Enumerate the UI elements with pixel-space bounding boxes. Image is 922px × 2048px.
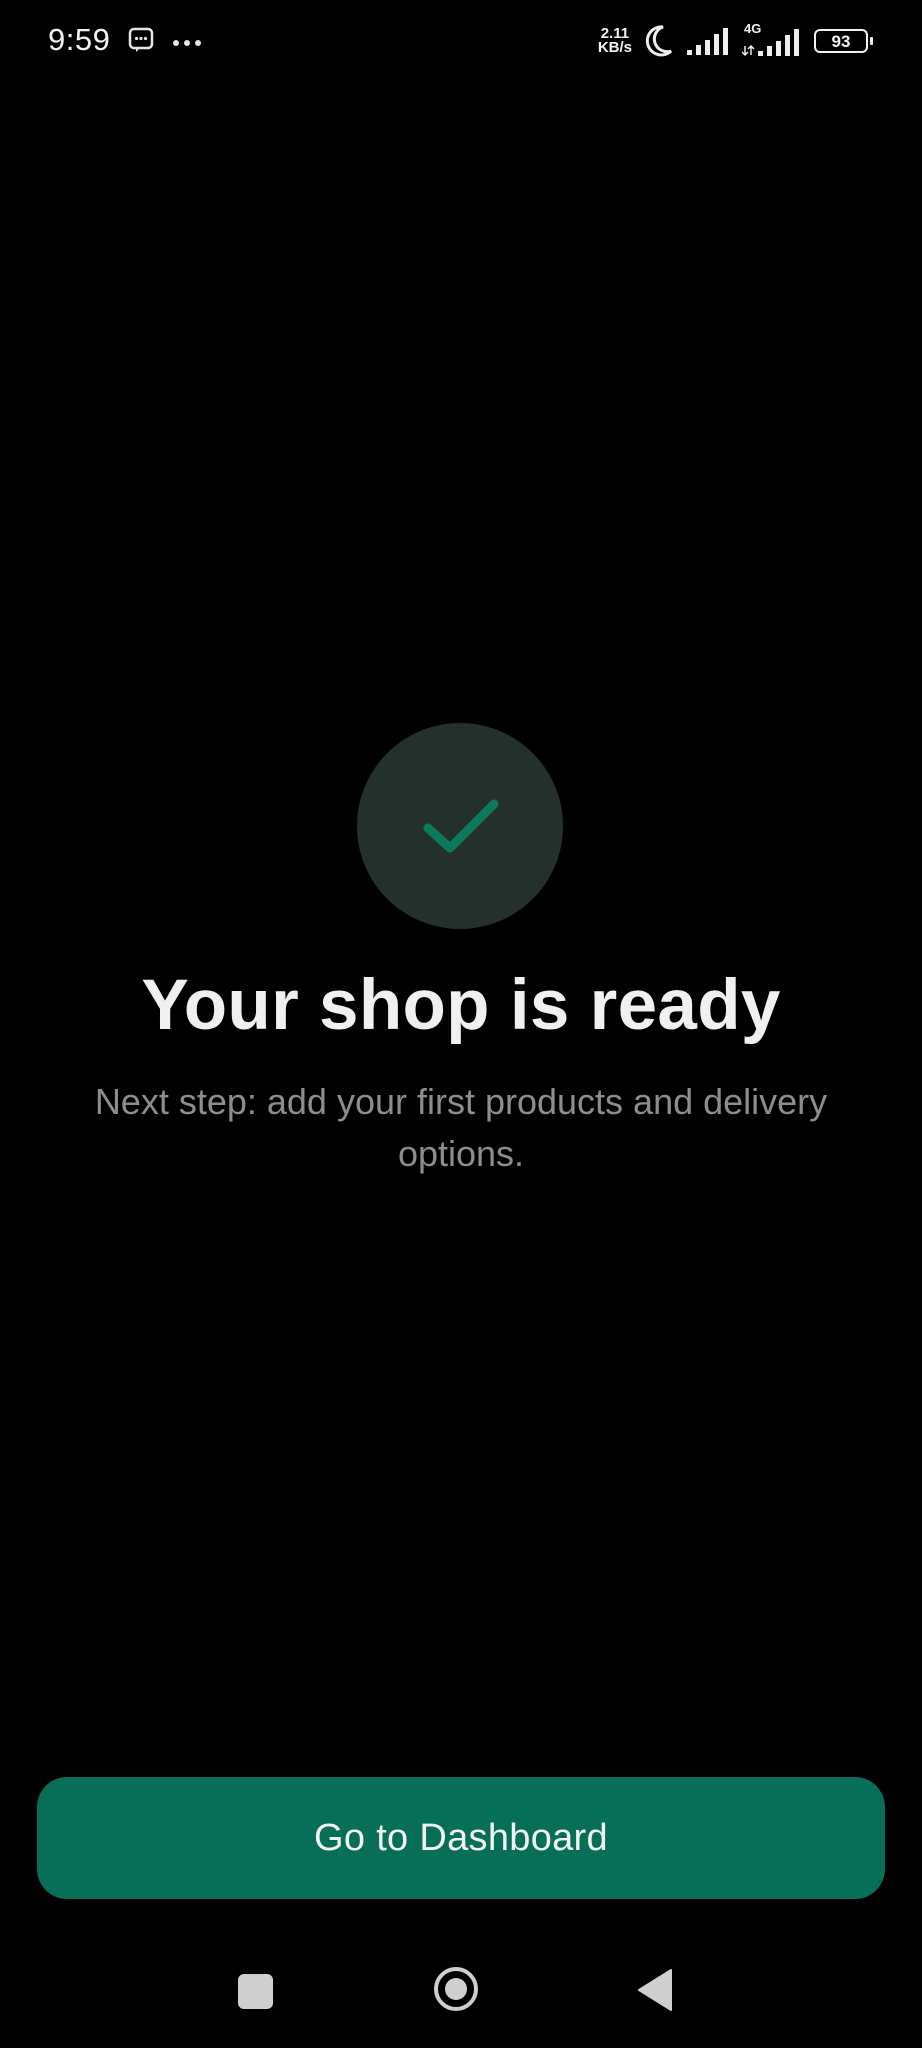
more-dots-icon <box>172 35 202 46</box>
home-icon[interactable] <box>433 1966 479 2012</box>
signal-4g-icon: 4G <box>742 22 802 58</box>
system-nav-bar <box>0 1940 922 2048</box>
status-left: 9:59 <box>48 22 202 58</box>
battery-level: 93 <box>831 31 851 51</box>
success-badge <box>357 723 563 929</box>
page-subtitle: Next step: add your first products and d… <box>94 1081 828 1174</box>
network-speed: 2.11 KB/s <box>597 26 632 56</box>
recent-apps-icon[interactable] <box>238 1974 273 2009</box>
status-time: 9:59 <box>48 22 111 57</box>
back-icon[interactable] <box>637 1968 673 2012</box>
moon-icon <box>644 24 674 58</box>
go-to-dashboard-button[interactable]: Go to Dashboard <box>37 1777 885 1899</box>
status-bar: 9:59 2.11 KB/s 4G 93 <box>0 0 922 86</box>
signal-icon <box>686 26 730 56</box>
battery-icon: 93 <box>814 29 873 53</box>
message-icon <box>128 27 154 53</box>
check-icon <box>420 796 500 856</box>
page-title: Your shop is ready <box>141 966 781 1045</box>
network-speed-unit: KB/s <box>597 39 632 56</box>
status-right: 2.11 KB/s 4G 93 <box>597 22 873 58</box>
